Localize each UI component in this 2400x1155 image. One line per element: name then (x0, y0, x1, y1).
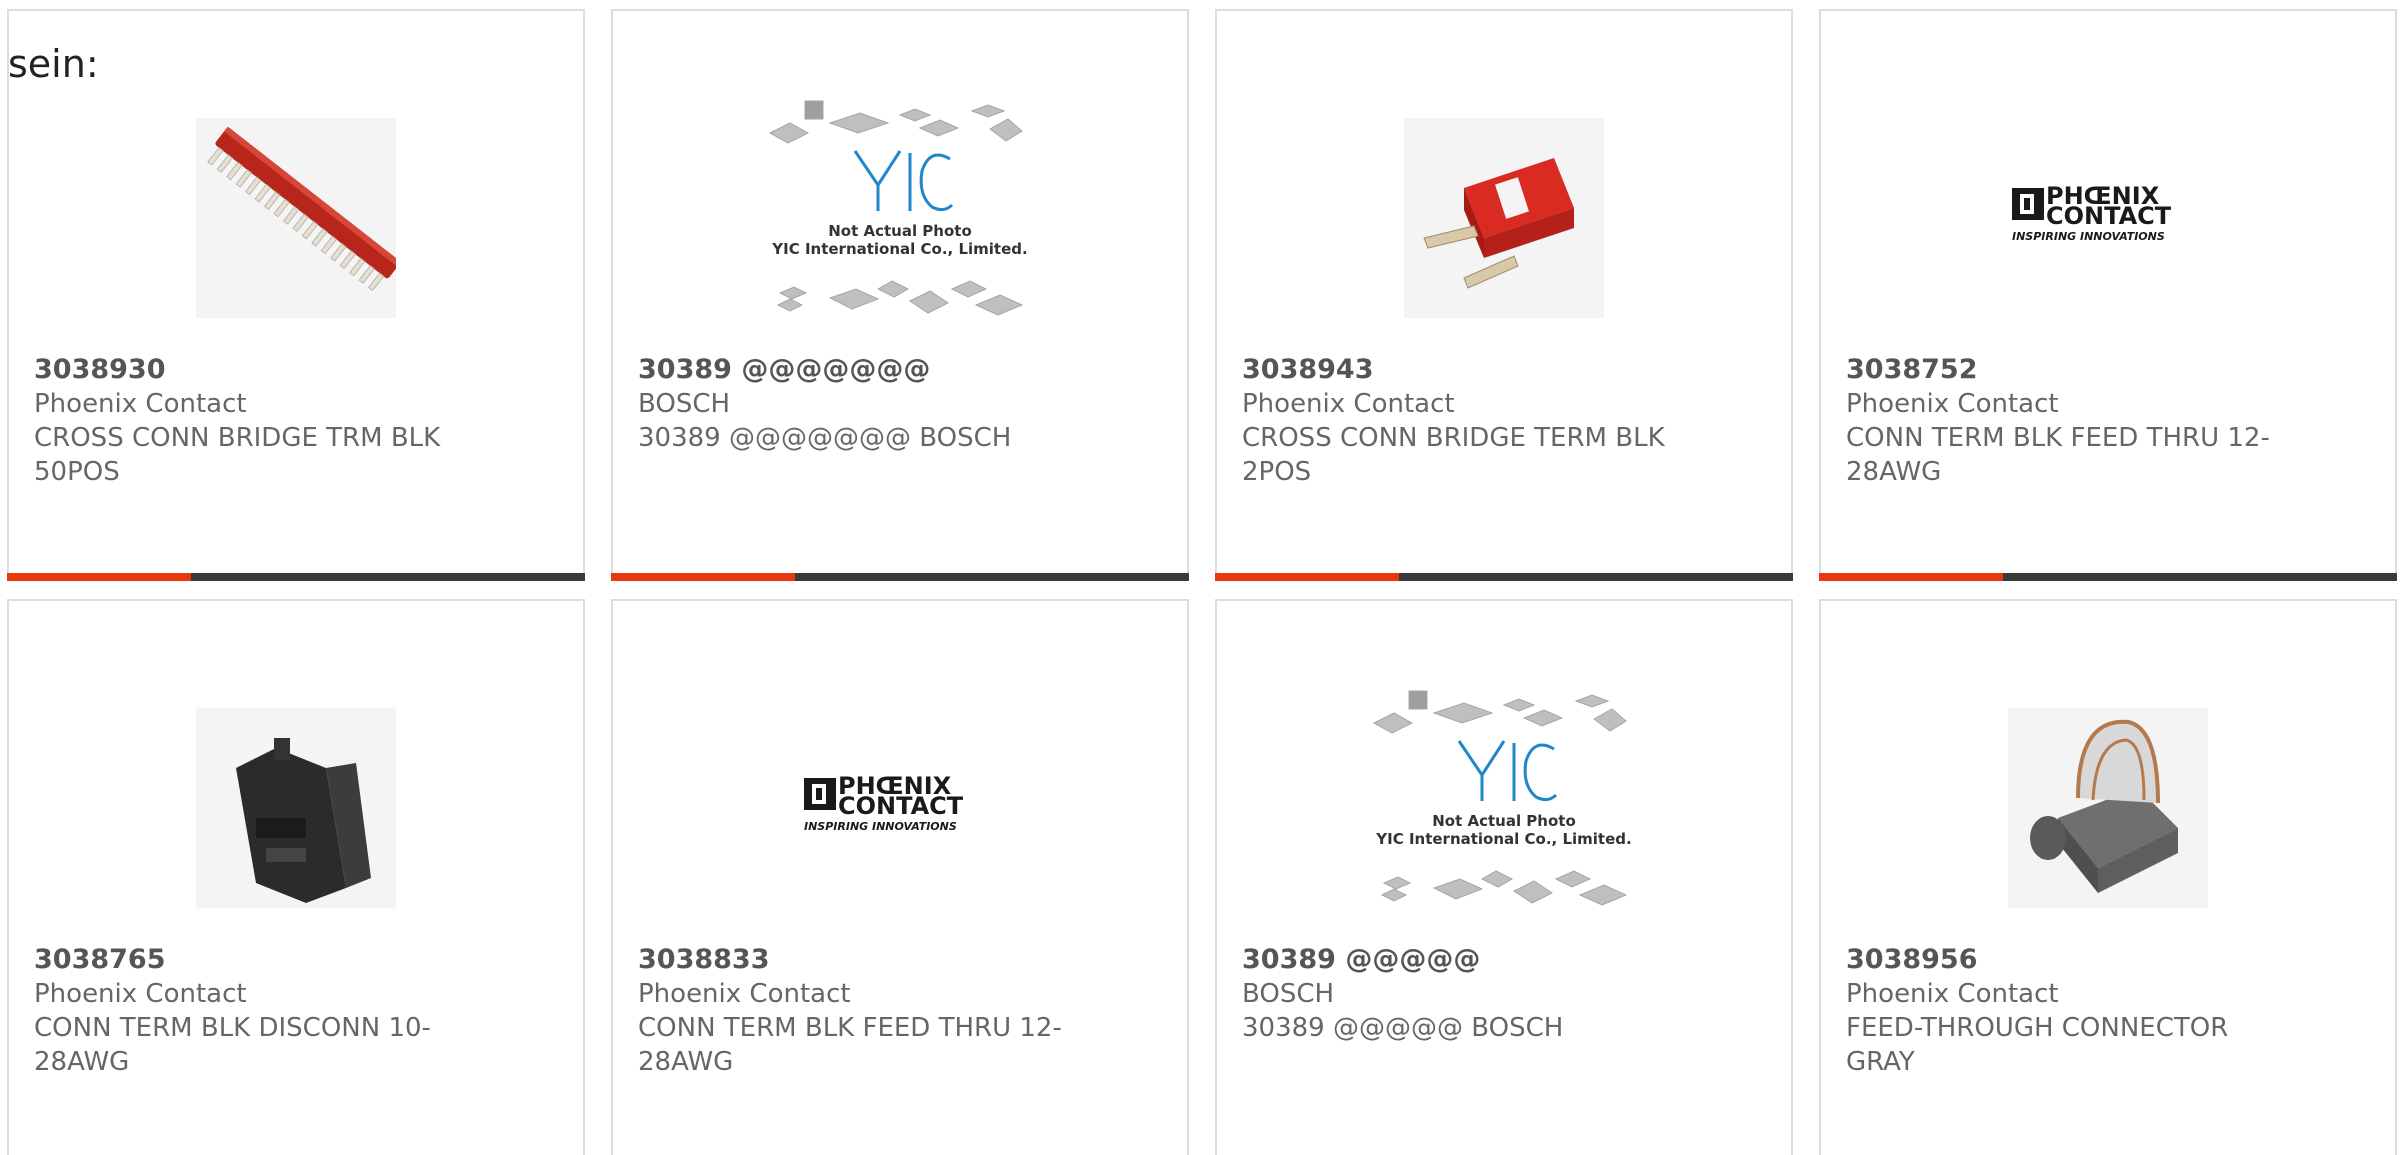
logo-line2: CONTACT (838, 792, 964, 820)
card-bottom-bar (1819, 573, 2397, 581)
description: CONN TERM BLK DISCONN 10-28AWG (34, 1013, 431, 1077)
part-number[interactable]: 3038765 (34, 943, 563, 977)
part-number[interactable]: 3038943 (1242, 353, 1771, 387)
product-card[interactable]: 3038765 Phoenix Contact CONN TERM BLK DI… (7, 599, 585, 1155)
placeholder-company: YIC International Co., Limited. (1375, 830, 1631, 848)
manufacturer: Phoenix Contact (1846, 979, 2059, 1009)
product-card[interactable]: 3038930 Phoenix Contact CROSS CONN BRIDG… (7, 9, 585, 581)
description: CONN TERM BLK FEED THRU 12-28AWG (1846, 423, 2270, 487)
placeholder-note: Not Actual Photo (828, 222, 972, 240)
product-card[interactable]: Not Actual Photo YIC International Co., … (1215, 599, 1793, 1155)
product-image-placeholder[interactable]: Not Actual Photo YIC International Co., … (760, 83, 1040, 353)
manufacturer: BOSCH (1242, 979, 1335, 1009)
part-number[interactable]: 3038930 (34, 353, 563, 387)
description: FEED-THROUGH CONNECTOR GRAY (1846, 1013, 2229, 1077)
logo-tagline: INSPIRING INNOVATIONS (2012, 230, 2165, 243)
product-card[interactable]: 3038956 Phoenix Contact FEED-THROUGH CON… (1819, 599, 2397, 1155)
product-image-black-terminal-block[interactable] (156, 673, 436, 943)
phoenix-contact-logo[interactable]: PHŒNIX CONTACT INSPIRING INNOVATIONS (1968, 83, 2248, 353)
description: CONN TERM BLK FEED THRU 12-28AWG (638, 1013, 1062, 1077)
logo-tagline: INSPIRING INNOVATIONS (804, 820, 957, 833)
part-number[interactable]: 30389 @@@@@@@ (638, 353, 1167, 387)
manufacturer: BOSCH (638, 389, 731, 419)
product-grid-page: sein: 3038930 Phoenix Contact CROSS CONN… (0, 0, 2400, 1155)
manufacturer: Phoenix Contact (1846, 389, 2059, 419)
product-image-placeholder[interactable]: Not Actual Photo YIC International Co., … (1364, 673, 1644, 943)
manufacturer: Phoenix Contact (34, 389, 247, 419)
description: 30389 @@@@@@@ BOSCH (638, 423, 1012, 453)
product-card[interactable]: 3038943 Phoenix Contact CROSS CONN BRIDG… (1215, 9, 1793, 581)
product-image-gray-connector[interactable] (1968, 673, 2248, 943)
description: CROSS CONN BRIDGE TERM BLK 2POS (1242, 423, 1665, 487)
part-number[interactable]: 3038752 (1846, 353, 2375, 387)
placeholder-company: YIC International Co., Limited. (771, 240, 1027, 258)
lead-text: sein: (8, 42, 99, 86)
manufacturer: Phoenix Contact (1242, 389, 1455, 419)
phoenix-contact-logo[interactable]: PHŒNIX CONTACT INSPIRING INNOVATIONS (760, 673, 1040, 943)
part-number[interactable]: 30389 @@@@@ (1242, 943, 1771, 977)
part-number[interactable]: 3038833 (638, 943, 1167, 977)
description: 30389 @@@@@ BOSCH (1242, 1013, 1564, 1043)
manufacturer: Phoenix Contact (34, 979, 247, 1009)
card-bottom-bar (7, 573, 585, 581)
card-bottom-bar (1215, 573, 1793, 581)
card-bottom-bar (611, 573, 1189, 581)
product-image-red-bridge-2pos[interactable] (1364, 83, 1644, 353)
product-card[interactable]: PHŒNIX CONTACT INSPIRING INNOVATIONS 303… (1819, 9, 2397, 581)
product-card[interactable]: Not Actual Photo YIC International Co., … (611, 9, 1189, 581)
description: CROSS CONN BRIDGE TRM BLK 50POS (34, 423, 441, 487)
product-image-red-bridge[interactable] (156, 83, 436, 353)
logo-line2: CONTACT (2046, 202, 2172, 230)
placeholder-note: Not Actual Photo (1432, 812, 1576, 830)
manufacturer: Phoenix Contact (638, 979, 851, 1009)
part-number[interactable]: 3038956 (1846, 943, 2375, 977)
product-card[interactable]: PHŒNIX CONTACT INSPIRING INNOVATIONS 303… (611, 599, 1189, 1155)
